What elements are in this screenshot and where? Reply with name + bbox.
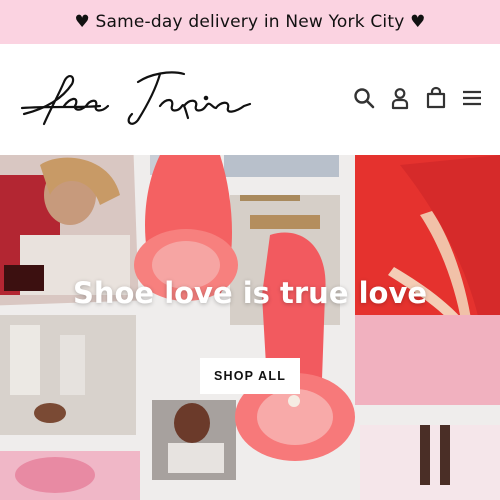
announcement-text: ♥ Same-day delivery in New York City ♥ xyxy=(74,12,426,32)
hero-collage-image xyxy=(0,155,500,500)
menu-icon[interactable] xyxy=(460,86,484,110)
logo-signature xyxy=(20,71,252,126)
hero-title: Shoe love is true love xyxy=(72,276,428,310)
account-icon[interactable] xyxy=(388,86,412,110)
hero-banner: Shoe love is true love SHOP ALL xyxy=(0,155,500,500)
site-header xyxy=(0,44,500,155)
search-icon[interactable] xyxy=(352,86,376,110)
cart-icon[interactable] xyxy=(424,86,448,110)
brand-logo[interactable] xyxy=(20,62,252,134)
announcement-bar: ♥ Same-day delivery in New York City ♥ xyxy=(0,0,500,44)
shop-all-button[interactable]: SHOP ALL xyxy=(200,358,300,394)
